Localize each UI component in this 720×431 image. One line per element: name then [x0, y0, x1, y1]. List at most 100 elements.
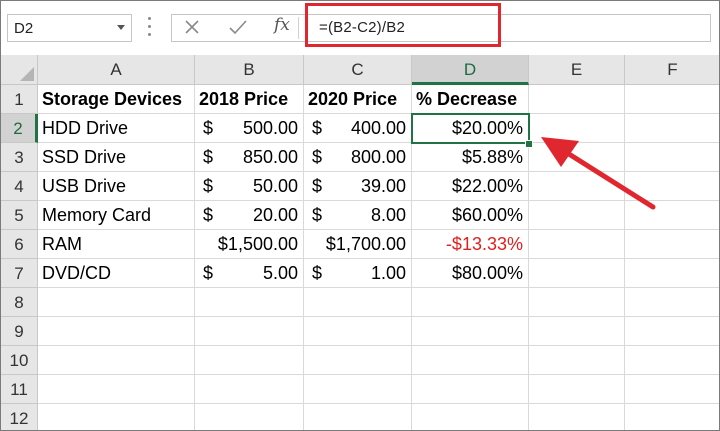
header-cell-storage-devices[interactable]: Storage Devices [38, 85, 195, 114]
insert-function-icon[interactable]: fx [274, 15, 290, 35]
empty-cell[interactable] [38, 288, 195, 317]
empty-cell[interactable] [304, 288, 412, 317]
row-header-9[interactable]: 9 [1, 317, 38, 346]
device-name-cell[interactable]: SSD Drive [38, 143, 195, 172]
empty-cell[interactable] [412, 317, 529, 346]
empty-cell[interactable] [625, 346, 719, 375]
price-2020-cell[interactable]: $39.00 [304, 172, 412, 201]
empty-cell[interactable] [304, 346, 412, 375]
drag-handle-icon[interactable] [148, 17, 152, 39]
price-2020-cell[interactable]: $8.00 [304, 201, 412, 230]
row-header-7[interactable]: 7 [1, 259, 38, 288]
price-2020-value: $1,700.00 [325, 234, 406, 254]
empty-cell[interactable] [38, 317, 195, 346]
price-2020-cell[interactable]: $1,700.00 [304, 230, 412, 259]
empty-cell[interactable] [195, 317, 304, 346]
currency-symbol: $ [203, 176, 214, 196]
empty-cell[interactable] [529, 288, 625, 317]
row-header-4[interactable]: 4 [1, 172, 38, 201]
row-header-11[interactable]: 11 [1, 375, 38, 404]
column-header-c[interactable]: C [304, 55, 412, 85]
currency-symbol: $ [312, 205, 323, 225]
empty-cell[interactable] [412, 346, 529, 375]
empty-cell[interactable] [195, 404, 304, 430]
price-2018-value: 50.00 [252, 176, 298, 196]
empty-cell[interactable] [625, 259, 719, 288]
device-name-cell[interactable]: Memory Card [38, 201, 195, 230]
row-header-3[interactable]: 3 [1, 143, 38, 172]
price-2020-cell[interactable]: $800.00 [304, 143, 412, 172]
empty-cell[interactable] [529, 230, 625, 259]
empty-cell[interactable] [38, 346, 195, 375]
empty-cell[interactable] [38, 404, 195, 430]
decrease-cell[interactable]: $20.00% [412, 114, 529, 143]
highlight-box [305, 3, 501, 47]
row-header-1[interactable]: 1 [1, 85, 38, 114]
decrease-cell[interactable]: $60.00% [412, 201, 529, 230]
empty-cell[interactable] [195, 288, 304, 317]
decrease-cell[interactable]: -$13.33% [412, 230, 529, 259]
price-2018-cell[interactable]: $20.00 [195, 201, 304, 230]
row-header-5[interactable]: 5 [1, 201, 38, 230]
price-2018-cell[interactable]: $1,500.00 [195, 230, 304, 259]
chevron-down-icon[interactable] [117, 25, 125, 30]
column-header-f[interactable]: F [625, 55, 719, 85]
price-2018-cell[interactable]: $50.00 [195, 172, 304, 201]
empty-cell[interactable] [529, 375, 625, 404]
empty-cell[interactable] [625, 375, 719, 404]
header-cell-2020-price[interactable]: 2020 Price [304, 85, 412, 114]
check-icon[interactable] [225, 16, 251, 40]
decrease-cell[interactable]: $22.00% [412, 172, 529, 201]
empty-cell[interactable] [38, 375, 195, 404]
empty-cell[interactable] [412, 288, 529, 317]
device-name-cell[interactable]: RAM [38, 230, 195, 259]
price-2018-cell[interactable]: $5.00 [195, 259, 304, 288]
row-header-8[interactable]: 8 [1, 288, 38, 317]
device-name-cell[interactable]: USB Drive [38, 172, 195, 201]
device-name-cell[interactable]: DVD/CD [38, 259, 195, 288]
empty-cell[interactable] [625, 404, 719, 430]
empty-cell[interactable] [529, 346, 625, 375]
header-cell-2018-price[interactable]: 2018 Price [195, 85, 304, 114]
decrease-cell[interactable]: $80.00% [412, 259, 529, 288]
price-2020-cell[interactable]: $400.00 [304, 114, 412, 143]
decrease-cell[interactable]: $5.88% [412, 143, 529, 172]
empty-cell[interactable] [412, 404, 529, 430]
row-header-12[interactable]: 12 [1, 404, 38, 430]
divider [298, 17, 299, 39]
column-header-b[interactable]: B [195, 55, 304, 85]
empty-cell[interactable] [412, 375, 529, 404]
empty-cell[interactable] [304, 404, 412, 430]
price-2020-cell[interactable]: $1.00 [304, 259, 412, 288]
currency-symbol: $ [203, 263, 214, 283]
row-header-6[interactable]: 6 [1, 230, 38, 259]
price-2018-value: 20.00 [252, 205, 298, 225]
column-header-d[interactable]: D [412, 55, 529, 85]
empty-cell[interactable] [304, 317, 412, 346]
empty-cell[interactable] [529, 317, 625, 346]
empty-cell[interactable] [195, 346, 304, 375]
empty-cell[interactable] [304, 375, 412, 404]
empty-cell[interactable] [529, 404, 625, 430]
empty-cell[interactable] [195, 375, 304, 404]
empty-cell[interactable] [625, 317, 719, 346]
name-box[interactable]: D2 [7, 14, 132, 42]
row-header-10[interactable]: 10 [1, 346, 38, 375]
price-2018-value: 5.00 [262, 263, 298, 283]
empty-cell[interactable] [529, 259, 625, 288]
empty-cell[interactable] [625, 288, 719, 317]
select-all-button[interactable] [1, 55, 38, 85]
device-name-cell[interactable]: HDD Drive [38, 114, 195, 143]
cell-f1[interactable] [625, 85, 719, 114]
price-2018-cell[interactable]: $850.00 [195, 143, 304, 172]
cell-e1[interactable] [529, 85, 625, 114]
price-2018-cell[interactable]: $500.00 [195, 114, 304, 143]
price-2018-value: 850.00 [242, 147, 298, 167]
column-header-e[interactable]: E [529, 55, 625, 85]
column-header-a[interactable]: A [38, 55, 195, 85]
empty-cell[interactable] [625, 230, 719, 259]
header-cell-decrease[interactable]: % Decrease [412, 85, 529, 114]
row-header-2[interactable]: 2 [1, 114, 38, 143]
close-icon[interactable] [179, 16, 205, 40]
price-2020-value: 1.00 [370, 263, 406, 283]
